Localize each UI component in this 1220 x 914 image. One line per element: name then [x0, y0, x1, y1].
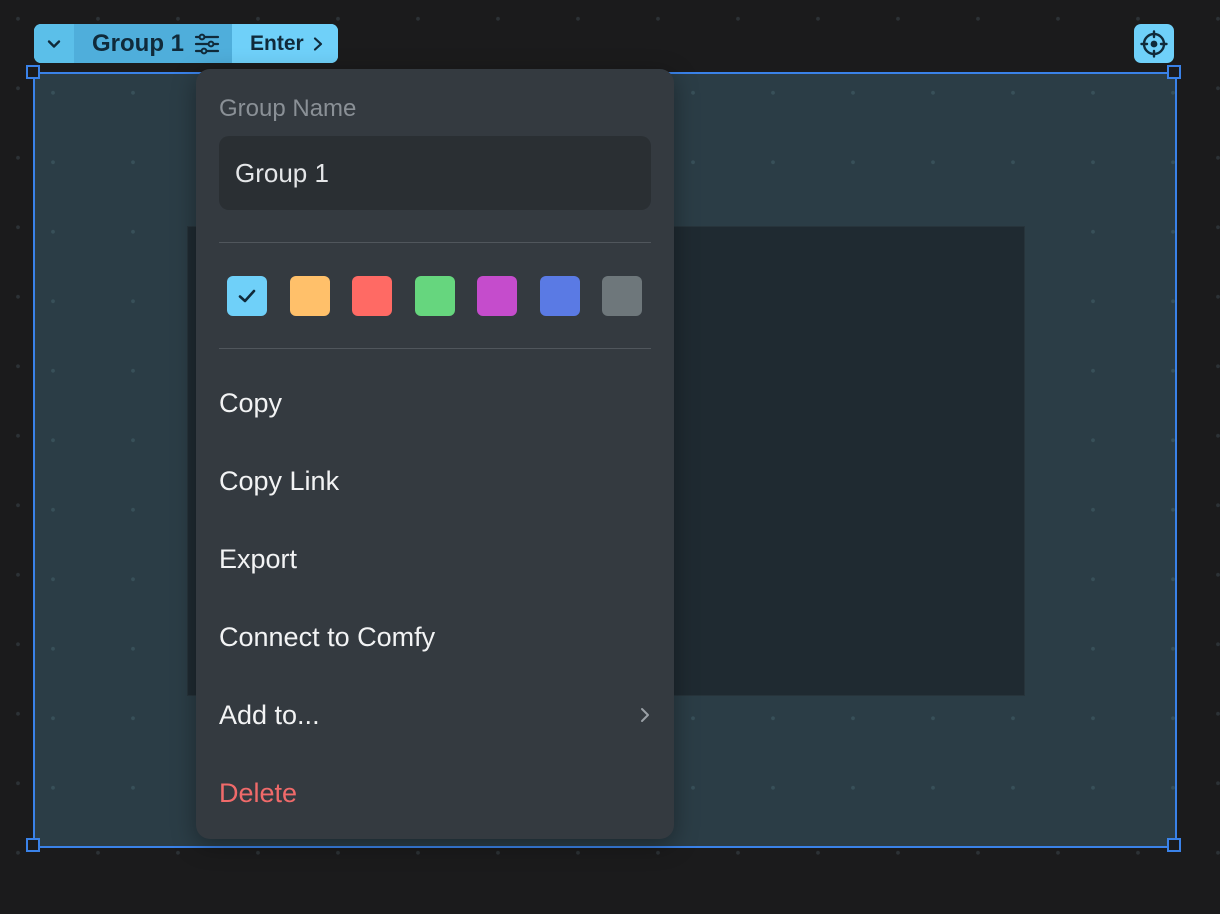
color-swatch-row	[227, 276, 642, 316]
enter-label: Enter	[250, 31, 304, 55]
divider	[219, 348, 651, 349]
resize-handle-bottom-right[interactable]	[1167, 838, 1181, 852]
group-title: Group 1	[92, 29, 185, 57]
enter-group-button[interactable]: Enter	[232, 24, 338, 63]
menu-item-copy-link[interactable]: Copy Link	[196, 442, 674, 520]
submenu-chevron-icon	[639, 706, 651, 724]
group-toolbar: Group 1 Enter	[34, 24, 338, 63]
focus-group-button[interactable]	[1134, 24, 1174, 63]
resize-handle-top-right[interactable]	[1167, 65, 1181, 79]
sliders-icon	[194, 33, 220, 54]
crosshair-icon	[1140, 29, 1168, 58]
color-swatch-5[interactable]	[539, 276, 580, 316]
check-icon	[238, 289, 256, 303]
menu-item-copy[interactable]: Copy	[196, 364, 674, 442]
menu-item-label: Delete	[219, 777, 298, 808]
group-context-menu: Group Name Copy Copy Link Export Connect…	[196, 69, 674, 839]
color-swatch-3[interactable]	[414, 276, 455, 316]
color-swatch-2[interactable]	[352, 276, 392, 316]
menu-item-label: Connect to Comfy	[219, 621, 436, 652]
menu-item-label: Export	[219, 543, 298, 574]
color-swatch-6[interactable]	[602, 276, 642, 316]
group-name-input[interactable]	[219, 136, 651, 210]
color-swatch-0[interactable]	[227, 276, 267, 316]
menu-item-label: Add to...	[219, 699, 320, 730]
menu-item-add-to[interactable]: Add to...	[196, 676, 674, 754]
resize-handle-top-left[interactable]	[26, 65, 40, 79]
chevron-right-icon	[313, 36, 322, 51]
menu-item-delete[interactable]: Delete	[196, 754, 674, 832]
resize-handle-bottom-left[interactable]	[26, 838, 40, 852]
color-swatch-4[interactable]	[477, 276, 517, 316]
menu-item-export[interactable]: Export	[196, 520, 674, 598]
chevron-down-icon	[47, 39, 61, 48]
menu-item-connect-to-comfy[interactable]: Connect to Comfy	[196, 598, 674, 676]
group-title-button[interactable]: Group 1	[74, 24, 233, 63]
menu-item-label: Copy Link	[219, 465, 340, 496]
color-swatch-1[interactable]	[289, 276, 330, 316]
collapse-button[interactable]	[34, 24, 74, 63]
group-name-label: Group Name	[219, 95, 357, 122]
divider	[219, 242, 651, 243]
menu-item-label: Copy	[219, 387, 283, 418]
